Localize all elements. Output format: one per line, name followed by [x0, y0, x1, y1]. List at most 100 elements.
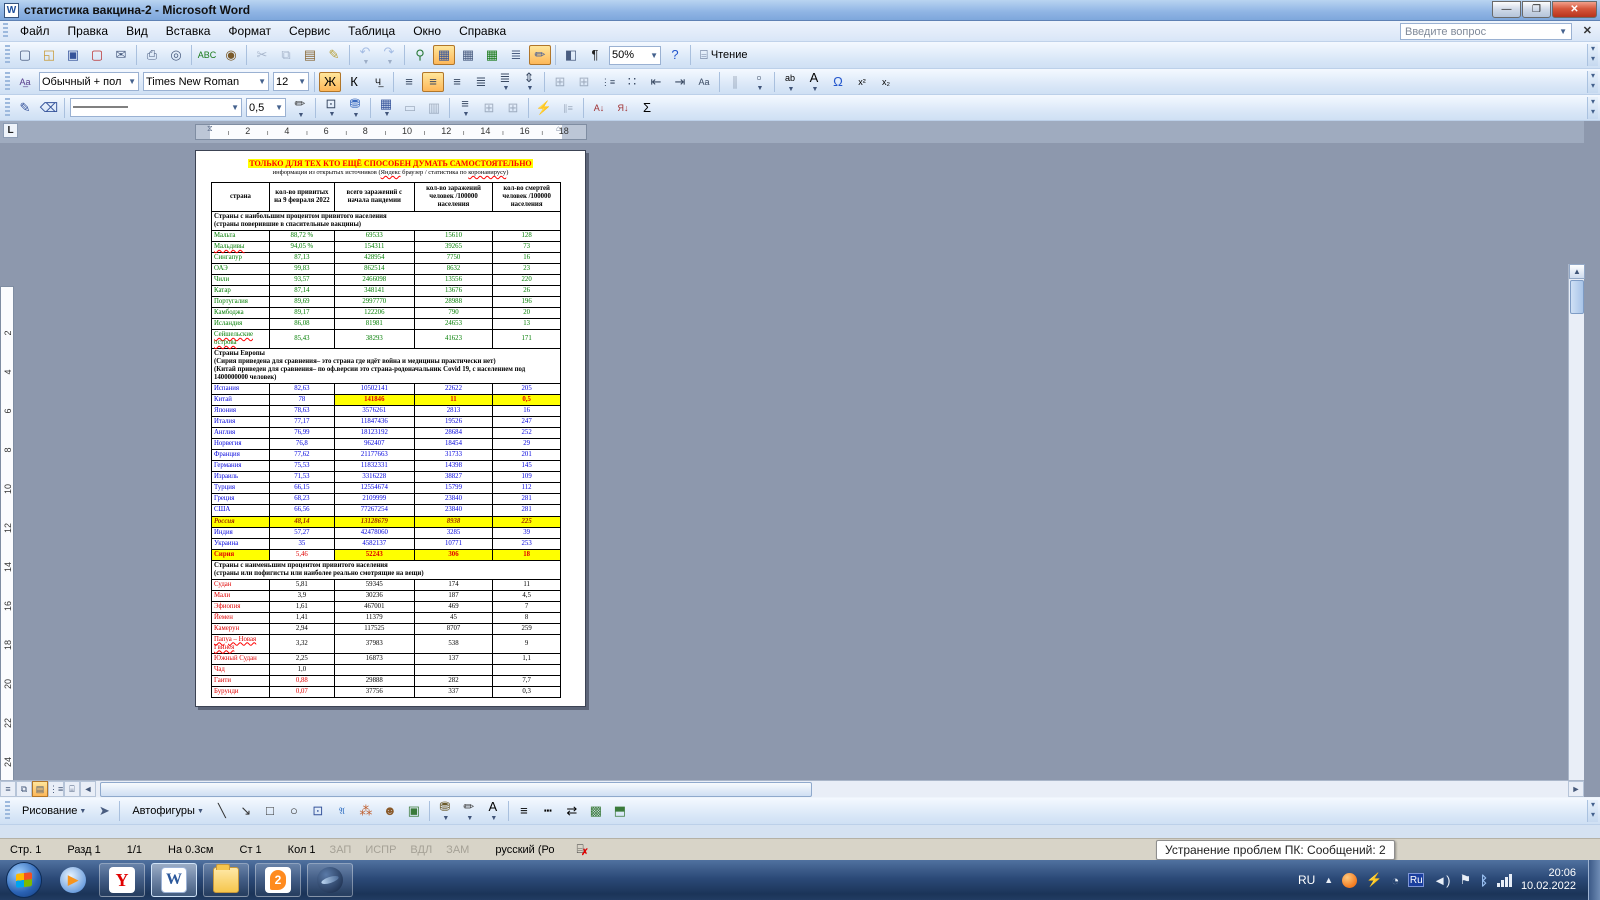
minimize-button[interactable]: — — [1492, 1, 1521, 18]
value-cell[interactable]: 31733 — [414, 450, 493, 461]
value-cell[interactable]: 18123192 — [334, 428, 414, 439]
view-web-button[interactable]: ⧉ — [16, 781, 32, 797]
insert-excel-icon[interactable]: ▦ — [481, 45, 503, 65]
justify-icon[interactable]: ≣ — [470, 72, 492, 92]
toolbar-grip[interactable] — [3, 23, 8, 39]
country-cell[interactable]: Бурунди — [212, 686, 270, 697]
paste-icon[interactable]: ▤ — [299, 45, 321, 65]
font-color-icon[interactable]: А▼ — [482, 801, 504, 821]
cell-align-icon[interactable]: ≡▼ — [454, 98, 476, 118]
style-combo[interactable]: Обычный + пол▼ — [39, 72, 139, 91]
font-color-icon[interactable]: А▼ — [803, 72, 825, 92]
toolbar-overflow-chevron[interactable]: ▾▾ — [1587, 800, 1598, 822]
country-cell[interactable]: Чили — [212, 275, 270, 286]
value-cell[interactable]: 154311 — [334, 242, 414, 253]
value-cell[interactable]: 1,61 — [269, 601, 334, 612]
value-cell[interactable]: 41623 — [414, 330, 493, 349]
value-cell[interactable]: 45 — [414, 612, 493, 623]
chevron-down-icon[interactable]: ▼ — [490, 815, 497, 822]
value-cell[interactable]: 76,99 — [269, 428, 334, 439]
superscript-icon[interactable]: x² — [851, 72, 873, 92]
picture-icon[interactable]: ▣ — [403, 801, 425, 821]
chevron-down-icon[interactable]: ▼ — [295, 77, 306, 86]
dash-style-icon[interactable]: ┅ — [537, 801, 559, 821]
toolbar-overflow-chevron[interactable]: ▾▾ — [1587, 44, 1598, 66]
scroll-left-icon[interactable]: ◄ — [80, 781, 96, 797]
value-cell[interactable]: 0,07 — [269, 686, 334, 697]
value-cell[interactable]: 538 — [414, 634, 493, 653]
value-cell[interactable]: 68,23 — [269, 494, 334, 505]
country-cell[interactable]: Камбоджа — [212, 308, 270, 319]
country-cell[interactable]: Сирия — [212, 549, 270, 560]
research-icon[interactable]: ◉ — [220, 45, 242, 65]
value-cell[interactable]: 247 — [493, 417, 561, 428]
value-cell[interactable]: 88,72 % — [269, 231, 334, 242]
country-cell[interactable]: Катар — [212, 286, 270, 297]
chevron-down-icon[interactable]: ▼ — [384, 111, 391, 118]
select-objects-icon[interactable]: ➤ — [93, 801, 115, 821]
value-cell[interactable]: 10771 — [414, 538, 493, 549]
spelling-icon[interactable]: ABC — [196, 45, 218, 65]
value-cell[interactable]: 21177663 — [334, 450, 414, 461]
value-cell[interactable]: 3,9 — [269, 590, 334, 601]
line-icon[interactable]: ╲ — [211, 801, 233, 821]
sort-descending-icon[interactable]: Я↓ — [612, 98, 634, 118]
menu-item-вставка[interactable]: Вставка — [157, 22, 220, 40]
value-cell[interactable]: 77,17 — [269, 417, 334, 428]
value-cell[interactable]: 11379 — [334, 612, 414, 623]
country-cell[interactable]: Россия — [212, 516, 270, 527]
section-header-cell[interactable]: Страны с наименьшим процентом привитого … — [212, 560, 561, 579]
value-cell[interactable]: 2813 — [414, 406, 493, 417]
country-cell[interactable]: Индия — [212, 527, 270, 538]
line-spacing-icon[interactable]: ⇕▼ — [518, 72, 540, 92]
country-cell[interactable]: США — [212, 505, 270, 516]
value-cell[interactable]: 37756 — [334, 686, 414, 697]
distribute-rows-icon[interactable]: ⊞ — [478, 98, 500, 118]
change-case-icon[interactable]: Аа — [693, 72, 715, 92]
distribute-cols-icon[interactable]: ⊞ — [502, 98, 524, 118]
value-cell[interactable]: 1,0 — [269, 664, 334, 675]
value-cell[interactable]: 962407 — [334, 439, 414, 450]
value-cell[interactable]: 13128679 — [334, 516, 414, 527]
chevron-down-icon[interactable]: ▼ — [298, 112, 305, 119]
value-cell[interactable]: 337 — [414, 686, 493, 697]
value-cell[interactable]: 174 — [414, 579, 493, 590]
chevron-down-icon[interactable]: ▼ — [197, 808, 204, 815]
copy-icon[interactable]: ⧉ — [275, 45, 297, 65]
value-cell[interactable]: 81981 — [334, 319, 414, 330]
value-cell[interactable]: 86,08 — [269, 319, 334, 330]
value-cell[interactable]: 11 — [493, 579, 561, 590]
value-cell[interactable]: 77267254 — [334, 505, 414, 516]
punto-switcher-icon[interactable]: Ru — [1408, 873, 1424, 887]
value-cell[interactable]: 8707 — [414, 623, 493, 634]
view-reading-button[interactable]: ⌸ — [64, 781, 80, 797]
document-page[interactable]: ТОЛЬКО ДЛЯ ТЕХ КТО ЕЩЁ СПОСОБЕН ДУМАТЬ С… — [195, 150, 586, 707]
value-cell[interactable]: 16 — [493, 253, 561, 264]
ask-question-input[interactable]: Введите вопрос ▼ — [1400, 23, 1572, 40]
country-cell[interactable]: Камерун — [212, 623, 270, 634]
3d-style-icon[interactable]: ⬒ — [609, 801, 631, 821]
value-cell[interactable]: 8938 — [414, 516, 493, 527]
clipart-icon[interactable]: ☻ — [379, 801, 401, 821]
value-cell[interactable]: 128 — [493, 231, 561, 242]
value-cell[interactable]: 30236 — [334, 590, 414, 601]
value-cell[interactable]: 225 — [493, 516, 561, 527]
wordart-icon[interactable]: 𝔄 — [331, 801, 353, 821]
value-cell[interactable]: 348141 — [334, 286, 414, 297]
table-header-cell[interactable]: кол-во привитых на 9 февраля 2022 — [269, 183, 334, 212]
chevron-down-icon[interactable]: ▼ — [387, 59, 394, 66]
value-cell[interactable]: 69533 — [334, 231, 414, 242]
value-cell[interactable]: 2997770 — [334, 297, 414, 308]
table-grid2-icon[interactable]: ⊞ — [573, 72, 595, 92]
arrow-style-icon[interactable]: ⇄ — [561, 801, 583, 821]
question-close-icon[interactable]: ✕ — [1583, 24, 1592, 37]
border-color-icon[interactable]: ✏▼ — [289, 98, 311, 118]
value-cell[interactable]: 117525 — [334, 623, 414, 634]
value-cell[interactable]: 467001 — [334, 601, 414, 612]
draw-table-icon[interactable]: ✎ — [14, 98, 36, 118]
toolbar-grip[interactable] — [5, 45, 10, 64]
value-cell[interactable]: 259 — [493, 623, 561, 634]
table-grid-icon[interactable]: ⊞ — [549, 72, 571, 92]
value-cell[interactable]: 59345 — [334, 579, 414, 590]
menu-item-формат[interactable]: Формат — [219, 22, 280, 40]
